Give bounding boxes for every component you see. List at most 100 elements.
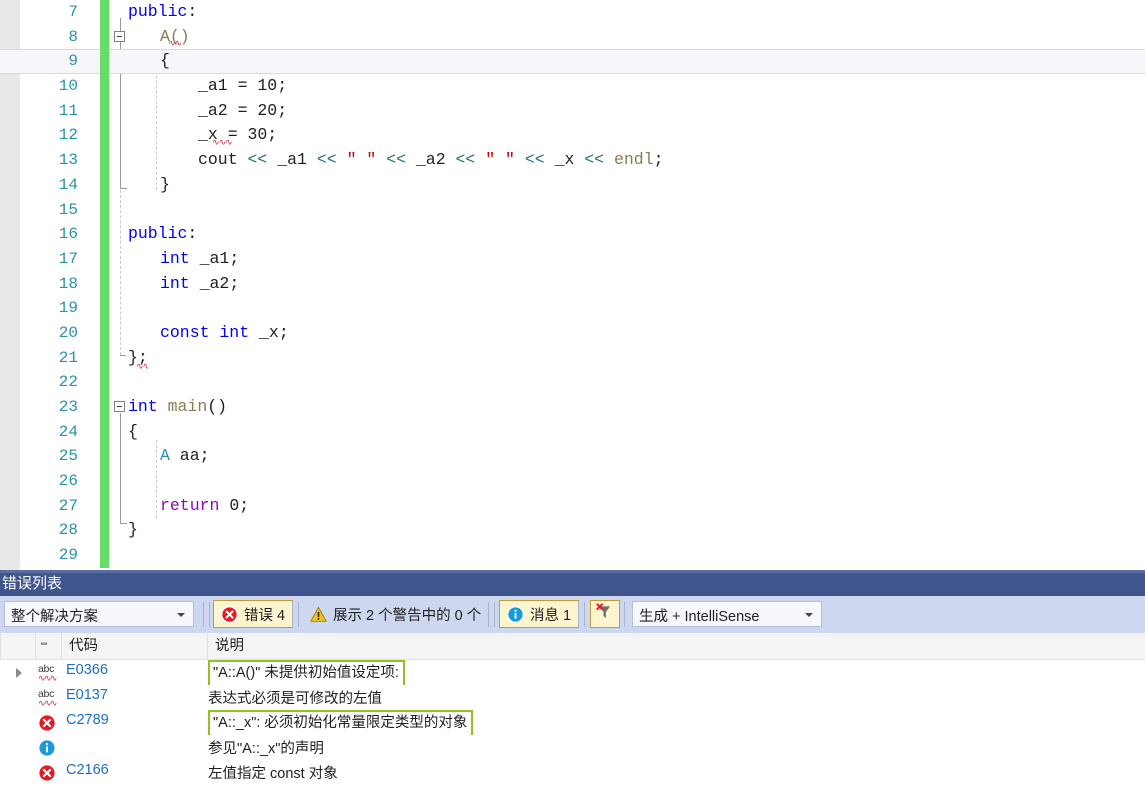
line-number: 7 (68, 3, 78, 21)
table-row[interactable]: abc ∿∿∿ E0137 表达式必须是可修改的左值 (0, 685, 1145, 710)
code-line[interactable]: 26 (0, 469, 1145, 494)
code-line-list: 7 public: 8 A() 9{10 _a1 = 10; 11 _a2 = 20; 12 _x… (0, 0, 1145, 568)
code-line[interactable]: 12 _x = 30; (0, 123, 1145, 149)
line-number: 8 (68, 27, 78, 46)
code-line[interactable]: 18 int _a2; (0, 271, 1145, 297)
code-line[interactable]: 25 A aa; (0, 444, 1145, 470)
errors-filter-button[interactable]: 错误 4 (213, 600, 294, 628)
code-line[interactable]: 17 int _a1; (0, 246, 1145, 272)
column-header-blank[interactable] (0, 633, 36, 659)
column-header-severity[interactable]: ⁌⁍ (36, 633, 62, 659)
change-indicator-bar (100, 222, 109, 247)
line-number: 21 (58, 348, 78, 367)
toolbar-separator-4 (298, 602, 299, 627)
change-indicator-bar (100, 271, 109, 297)
code-line[interactable]: 29 (0, 543, 1145, 568)
line-number: 9 (68, 52, 78, 71)
code-line[interactable]: 20 const int _x; (0, 320, 1145, 346)
collapse-region-icon[interactable] (114, 30, 125, 42)
line-number: 20 (58, 323, 78, 342)
code-line[interactable]: 9{ (0, 49, 1145, 75)
line-number: 11 (58, 101, 78, 120)
change-indicator-bar (100, 419, 109, 445)
collapse-region-icon[interactable] (114, 401, 125, 412)
code-token: public (128, 2, 188, 21)
table-row[interactable]: C2789 "A::_x": 必须初始化常量限定类型的对象 (0, 710, 1145, 738)
build-source-selector[interactable]: 生成 + IntelliSense (632, 601, 822, 627)
code-line[interactable]: 10 _a1 = 10; (0, 74, 1145, 99)
error-list-panel: 错误列表 整个解决方案 错误 4 展示 2 个警告中的 0 个 消息 1 生成 … (0, 570, 1145, 786)
line-number: 24 (58, 422, 78, 441)
code-token: main (167, 397, 208, 416)
line-number: 27 (58, 496, 78, 515)
code-text: _a1 = 10; (198, 74, 287, 99)
table-row[interactable]: abc ∿∿∿ E0366 "A::A()" 未提供初始值设定项: (0, 660, 1145, 688)
line-number: 15 (58, 200, 78, 219)
code-line[interactable]: 19 (0, 296, 1145, 321)
code-token: " " (346, 150, 377, 170)
code-line[interactable]: 15 (0, 197, 1145, 223)
code-text: cout << _a1 << " " << _a2 << " " << _x <… (198, 148, 664, 173)
code-line[interactable]: 13 cout << _a1 << " " << _a2 << " " << _x… (0, 148, 1145, 173)
column-header-code[interactable]: 代码 (62, 633, 208, 659)
build-source-value: 生成 + IntelliSense (639, 609, 760, 625)
messages-filter-button[interactable]: 消息 1 (499, 600, 580, 628)
error-code-link[interactable]: C2166 (66, 762, 109, 778)
chevron-down-icon (177, 613, 185, 617)
error-description: 左值指定 const 对象 (208, 766, 338, 782)
code-text: } (160, 173, 170, 198)
change-indicator-bar (100, 345, 109, 371)
error-circle-icon (38, 764, 56, 782)
code-line[interactable]: 11 _a2 = 20; (0, 98, 1145, 124)
code-line[interactable]: 28} (0, 518, 1145, 544)
line-number: 22 (58, 373, 78, 392)
toolbar-separator-2 (209, 602, 210, 627)
scope-selector[interactable]: 整个解决方案 (4, 601, 194, 627)
change-indicator-bar (100, 0, 109, 25)
column-header-description[interactable]: 说明 (208, 633, 1145, 659)
error-list-title: 错误列表 (2, 575, 63, 592)
warnings-filter-button[interactable]: 展示 2 个警告中的 0 个 (303, 600, 488, 628)
error-list-titlebar: 错误列表 (0, 570, 1145, 596)
warning-triangle-icon (310, 606, 327, 623)
line-number: 16 (58, 225, 78, 244)
line-number: 17 (58, 249, 78, 268)
code-token: ; (239, 495, 250, 515)
code-line[interactable]: 24 { (0, 419, 1145, 445)
line-number: 25 (58, 447, 78, 466)
code-editor[interactable]: 7 public: 8 A() 9{10 _a1 = 10; 11 _a2 = 20; 12 _x… (0, 0, 1145, 570)
toolbar-separator-8 (584, 602, 585, 627)
code-token: << (455, 150, 476, 170)
code-line[interactable]: 23 int main() (0, 395, 1145, 420)
code-line[interactable]: 22 (0, 370, 1145, 395)
table-row[interactable]: 参见"A::_x"的声明 (0, 735, 1145, 760)
table-row[interactable]: C2166 左值指定 const 对象 (0, 760, 1145, 785)
code-token: << (247, 150, 268, 170)
line-number: 13 (58, 151, 78, 170)
code-text: int _a2; (160, 272, 239, 297)
warnings-filter-label: 展示 2 个警告中的 0 个 (333, 607, 482, 624)
error-code-link[interactable]: E0137 (66, 687, 108, 703)
change-indicator-bar (100, 172, 109, 198)
error-code-link[interactable]: E0366 (66, 662, 108, 678)
code-line[interactable]: 16 public: (0, 222, 1145, 247)
squiggle-line12: ∿∿∿ (212, 140, 233, 145)
change-indicator-bar (100, 370, 109, 395)
error-description: "A::_x": 必须初始化常量限定类型的对象 (208, 710, 474, 738)
change-indicator-bar (100, 444, 109, 470)
line-number: 12 (58, 126, 78, 145)
clear-filter-button[interactable] (590, 600, 620, 628)
toolbar-separator-5 (488, 602, 489, 627)
error-code-link[interactable]: C2789 (66, 712, 109, 728)
toolbar-separator-6 (494, 602, 495, 627)
code-text: const int _x; (160, 321, 289, 346)
code-line[interactable]: 27 return 0; (0, 493, 1145, 519)
code-line[interactable]: 7 public: (0, 0, 1145, 25)
code-line[interactable]: 21}; (0, 345, 1145, 371)
abc-squiggle-icon: abc ∿∿∿ (38, 663, 57, 683)
code-line[interactable]: 14} (0, 172, 1145, 198)
expand-chevron-icon[interactable] (16, 668, 22, 678)
